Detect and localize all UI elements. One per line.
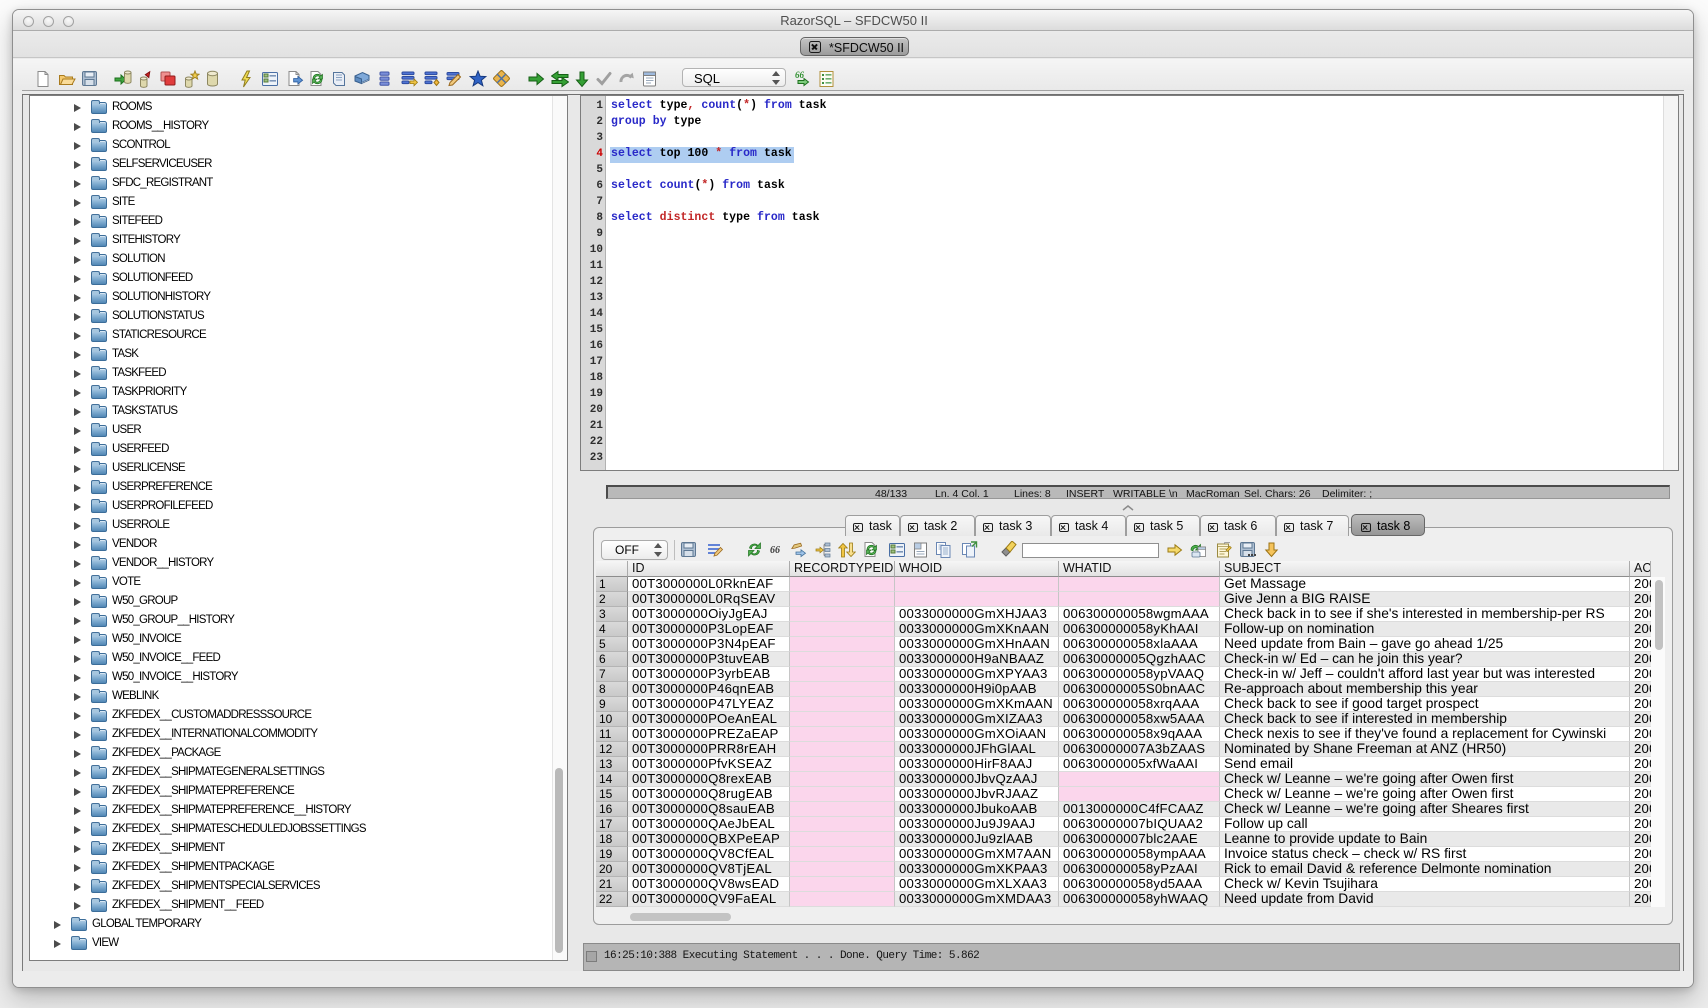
svg-text:66: 66 [770,545,780,556]
svg-text:66: 66 [795,70,805,80]
